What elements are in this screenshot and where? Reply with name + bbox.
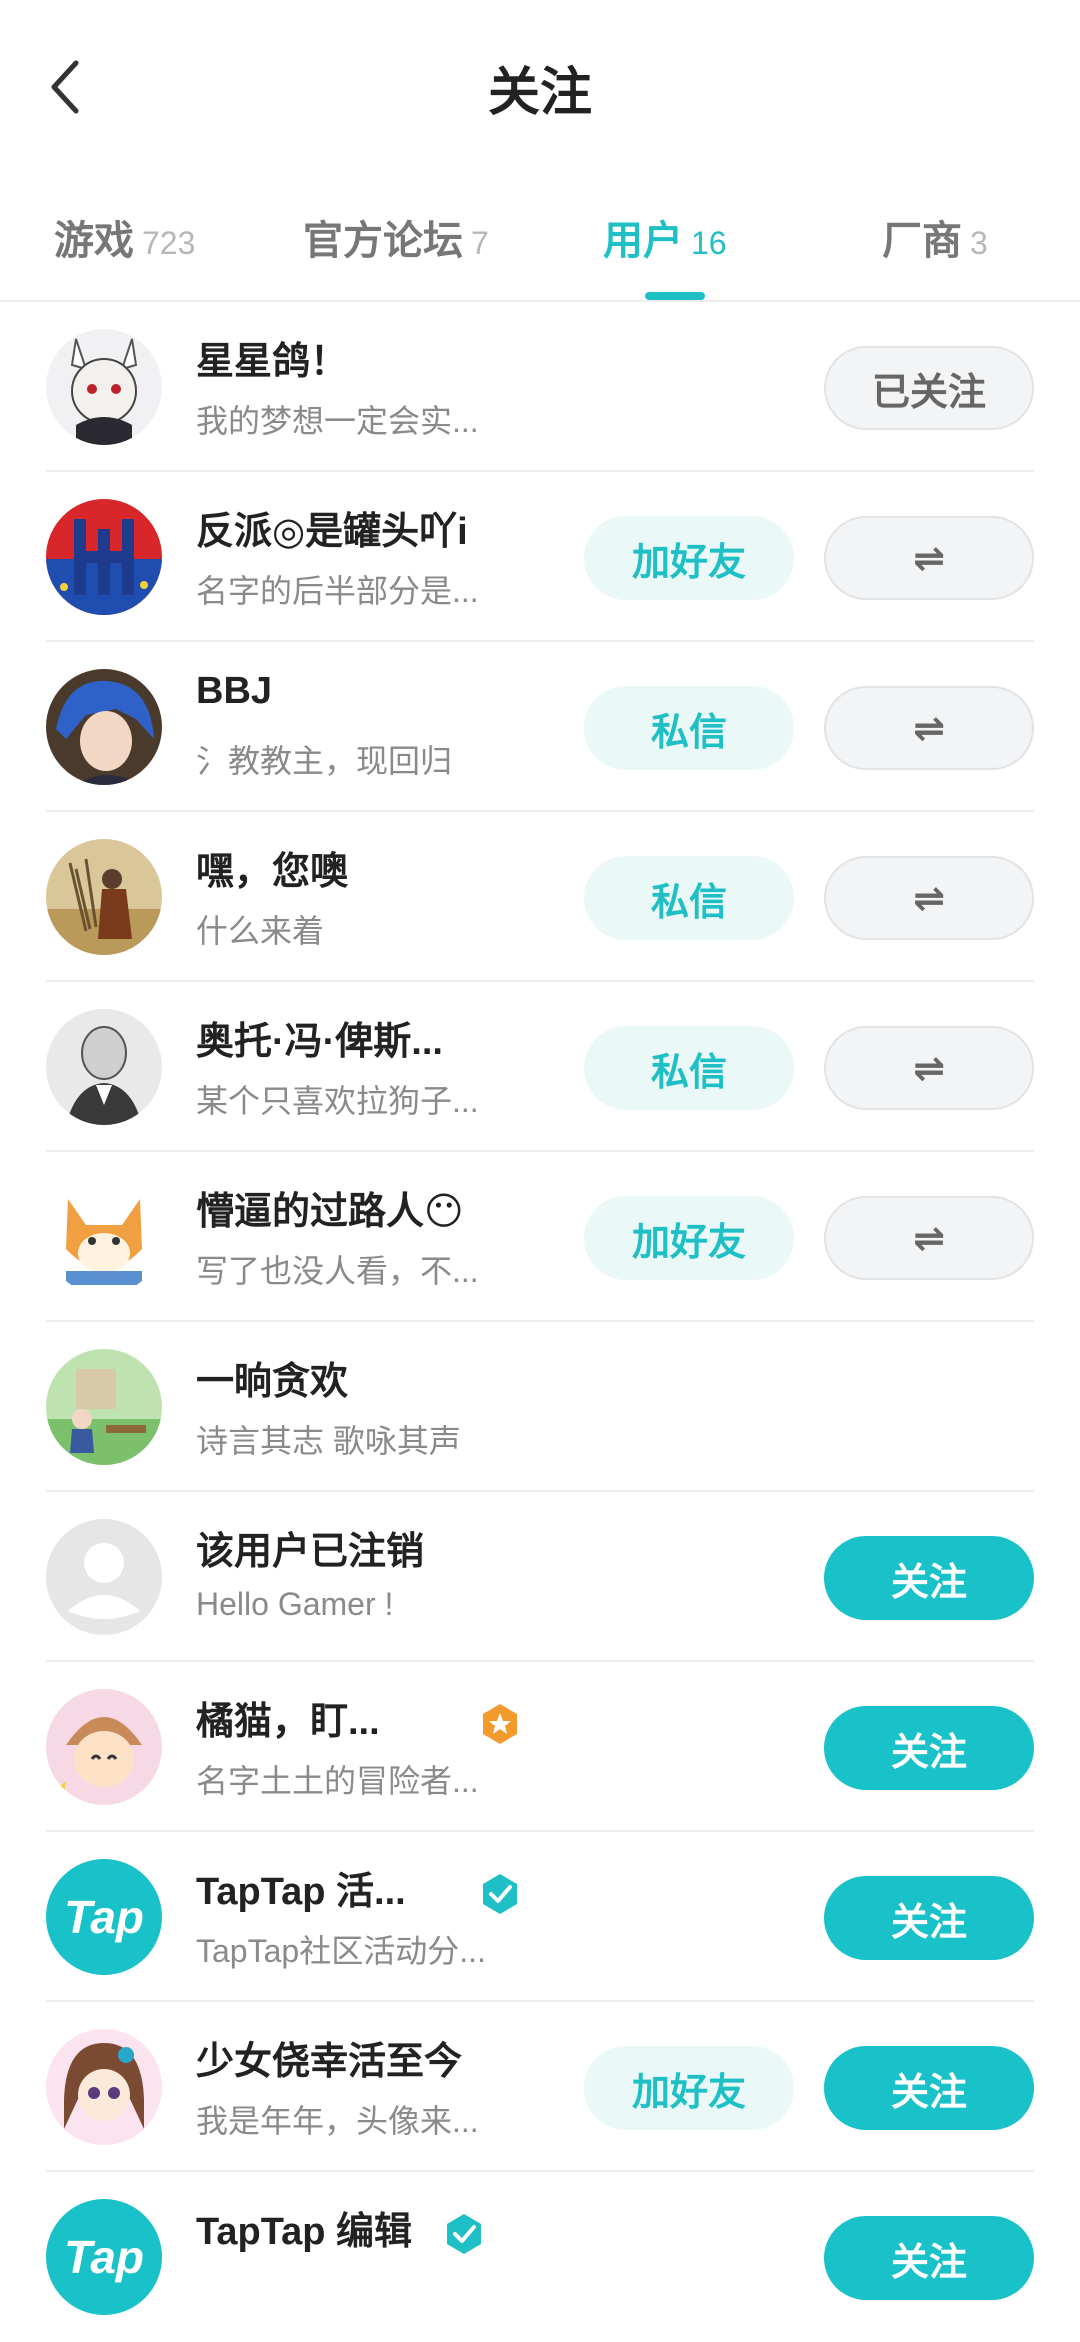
list-item[interactable]: Tap TapTap 编辑 关注 [0,2172,1080,2342]
message-button[interactable]: 私信 [584,856,794,940]
mutual-arrows-icon: ⇌ [913,1217,945,1260]
user-bio: 我的梦想一定会实... [196,403,479,439]
tab-official-forums[interactable]: 官方论坛 7 [303,208,489,266]
user-name: BBJ [196,670,273,712]
mutual-arrows-icon: ⇌ [913,707,945,750]
follow-button[interactable]: 关注 [824,1536,1034,1620]
user-name: 橘猫，盯... [196,1701,380,1743]
tab-count: 3 [970,225,988,261]
list-item[interactable]: 嘿，您噢 什么来着 私信 ⇌ [0,812,1080,982]
user-name: 奥托·冯·俾斯... [196,1021,443,1063]
tab-bar: 游戏 723 官方论坛 7 用户 16 厂商 3 [0,180,1080,302]
user-name: 该用户已注销 [196,1531,425,1573]
taptap-logo: Tap [63,2231,145,2283]
user-name: 懵逼的过路人😶 [196,1191,464,1233]
tab-games[interactable]: 游戏 723 [54,208,195,266]
user-bio: 氵教教主，现回归 [196,743,453,779]
mutual-follow-button[interactable]: ⇌ [824,686,1034,770]
followed-button[interactable]: 已关注 [824,346,1034,430]
user-bio: 我是年年，头像来... [196,2103,479,2139]
page-title: 关注 [487,64,592,122]
user-name: 反派◎是罐头吖i [196,511,468,553]
add-friend-button[interactable]: 加好友 [584,2046,794,2130]
user-name: TapTap 活... [196,1871,406,1913]
tab-label: 官方论坛 [303,219,463,263]
list-item[interactable]: 懵逼的过路人😶 写了也没人看，不... 加好友 ⇌ [0,1152,1080,1322]
add-friend-button[interactable]: 加好友 [584,516,794,600]
user-name: 星星鸽！ [196,341,349,383]
user-name: TapTap 编辑 [196,2211,413,2253]
add-friend-button[interactable]: 加好友 [584,1196,794,1280]
avatar[interactable] [46,669,162,785]
active-tab-indicator [645,292,705,300]
list-item[interactable]: 反派◎是罐头吖i 名字的后半部分是... 加好友 ⇌ [0,472,1080,642]
avatar[interactable] [46,839,162,955]
list-item[interactable]: 一晌贪欢 诗言其志 歌咏其声 [0,1322,1080,1492]
avatar[interactable] [46,1179,162,1295]
avatar[interactable] [46,1349,162,1465]
user-name: 少女侥幸活至今 [196,2041,463,2083]
user-bio: 名字土土的冒险者... [196,1763,479,1799]
tab-count: 7 [471,225,489,261]
follow-button[interactable]: 关注 [824,1706,1034,1790]
mutual-arrows-icon: ⇌ [913,537,945,580]
user-name: 一晌贪欢 [196,1361,349,1403]
list-item[interactable]: BBJ 氵教教主，现回归 私信 ⇌ [0,642,1080,812]
user-bio: 名字的后半部分是... [196,573,479,609]
message-button[interactable]: 私信 [584,1026,794,1110]
user-name: 嘿，您噢 [196,851,349,893]
follow-button[interactable]: 关注 [824,1876,1034,1960]
tab-count: 723 [142,225,196,261]
verified-badge-icon [447,2214,481,2254]
mutual-arrows-icon: ⇌ [913,877,945,920]
taptap-logo: Tap [63,1891,145,1943]
verified-badge-icon [483,1874,517,1914]
avatar[interactable] [46,1689,162,1805]
list-item[interactable]: 少女侥幸活至今 我是年年，头像来... 加好友 关注 [0,2002,1080,2172]
avatar[interactable] [46,2029,162,2145]
avatar[interactable]: Tap [46,1859,162,1975]
avatar[interactable] [46,1519,162,1635]
user-list: 星星鸽！ 我的梦想一定会实... 已关注 反派◎是罐头吖i 名字的后半部分是..… [0,302,1080,2342]
follow-button[interactable]: 关注 [824,2046,1034,2130]
user-bio: Hello Gamer ! [196,1586,394,1622]
tab-users[interactable]: 用户 16 [603,208,727,266]
avatar[interactable] [46,329,162,445]
avatar[interactable]: Tap [46,2199,162,2315]
avatar[interactable] [46,1009,162,1125]
user-bio: 诗言其志 歌咏其声 [196,1423,461,1459]
tab-count: 16 [691,225,727,261]
tab-vendors[interactable]: 厂商 3 [882,208,988,266]
list-item[interactable]: 星星鸽！ 我的梦想一定会实... 已关注 [0,302,1080,472]
user-bio: 什么来着 [196,913,325,949]
mutual-follow-button[interactable]: ⇌ [824,856,1034,940]
tab-label: 厂商 [882,219,962,263]
list-item[interactable]: 橘猫，盯... 名字土土的冒险者... 关注 [0,1662,1080,1832]
message-button[interactable]: 私信 [584,686,794,770]
user-bio: 某个只喜欢拉狗子... [196,1083,479,1119]
user-bio: 写了也没人看，不... [196,1253,479,1289]
star-badge-icon [483,1704,517,1744]
user-bio: TapTap社区活动分... [196,1933,486,1969]
list-item[interactable]: 奥托·冯·俾斯... 某个只喜欢拉狗子... 私信 ⇌ [0,982,1080,1152]
avatar[interactable] [46,499,162,615]
mutual-follow-button[interactable]: ⇌ [824,1026,1034,1110]
tab-label: 用户 [603,219,683,263]
tab-label: 游戏 [54,219,134,263]
mutual-follow-button[interactable]: ⇌ [824,516,1034,600]
mutual-follow-button[interactable]: ⇌ [824,1196,1034,1280]
mutual-arrows-icon: ⇌ [913,1047,945,1090]
follow-button[interactable]: 关注 [824,2216,1034,2300]
header: 关注 [0,0,1080,170]
list-item[interactable]: 该用户已注销 Hello Gamer ! 关注 [0,1492,1080,1662]
list-item[interactable]: Tap TapTap 活... TapTap社区活动分... 关注 [0,1832,1080,2002]
